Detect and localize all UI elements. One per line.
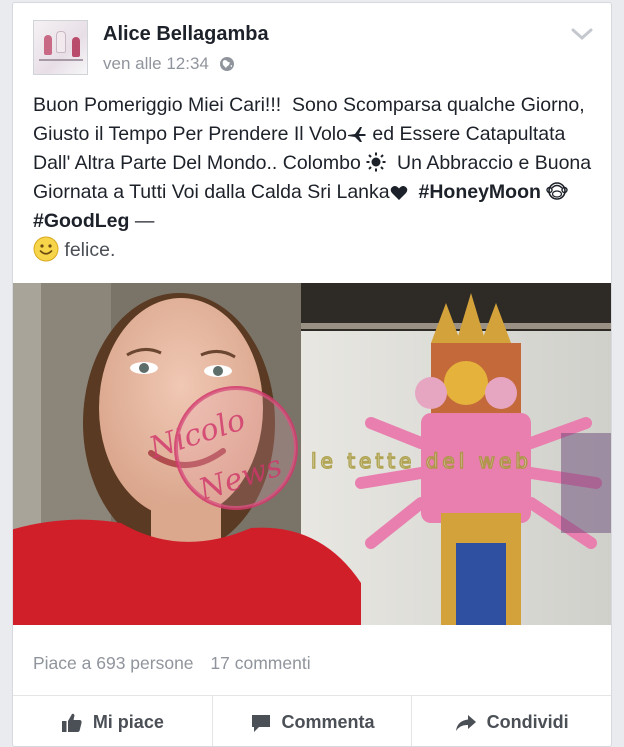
comment-label: Commenta	[281, 712, 375, 732]
like-label: Mi piace	[92, 712, 164, 732]
sun-icon	[366, 152, 386, 172]
like-icon	[61, 713, 82, 732]
hashtag-goodleg[interactable]: #GoodLeg	[33, 210, 129, 232]
action-bar: Mi piace Commenta Condividi	[13, 695, 611, 746]
hashtag-honeymoon[interactable]: #HoneyMoon	[418, 181, 540, 203]
globe-icon	[219, 57, 234, 71]
likes-count[interactable]: Piace a 693 persone	[33, 653, 194, 673]
share-button[interactable]: Condividi	[412, 696, 611, 746]
share-icon	[455, 714, 476, 731]
post-text: Buon Pomeriggio Miei Cari!!! Sono Scompa…	[33, 91, 603, 265]
monkey-emoji-icon	[546, 182, 569, 200]
post-meta: ven alle 12:34	[103, 54, 235, 74]
post-timestamp[interactable]: ven alle 12:34	[103, 54, 209, 74]
chevron-down-icon[interactable]	[571, 27, 593, 41]
post-header: Alice Bellagamba ven alle 12:34	[13, 3, 611, 83]
like-button[interactable]: Mi piace	[13, 696, 213, 746]
post-text-part: —	[129, 210, 160, 232]
comment-button[interactable]: Commenta	[213, 696, 413, 746]
heart-icon	[390, 186, 407, 200]
avatar[interactable]	[33, 20, 88, 75]
smiley-icon	[33, 236, 59, 262]
author-name[interactable]: Alice Bellagamba	[103, 23, 269, 46]
airplane-icon	[347, 127, 366, 142]
share-label: Condividi	[486, 712, 569, 732]
photo-illustration: Nicolo News le tette del web	[13, 283, 611, 625]
svg-text:le tette del web: le tette del web	[311, 449, 532, 473]
comments-count[interactable]: 17 commenti	[210, 653, 310, 673]
post-stats: Piace a 693 persone 17 commenti	[33, 653, 323, 674]
comment-icon	[251, 714, 270, 732]
post-text-part	[568, 181, 573, 203]
post-photo[interactable]: Nicolo News le tette del web	[13, 283, 611, 625]
watermark-text: le tette del web	[310, 448, 532, 474]
post-card: Alice Bellagamba ven alle 12:34 Buon Pom…	[12, 2, 612, 747]
post-text-part	[408, 181, 419, 203]
feeling-label: felice.	[64, 239, 116, 261]
